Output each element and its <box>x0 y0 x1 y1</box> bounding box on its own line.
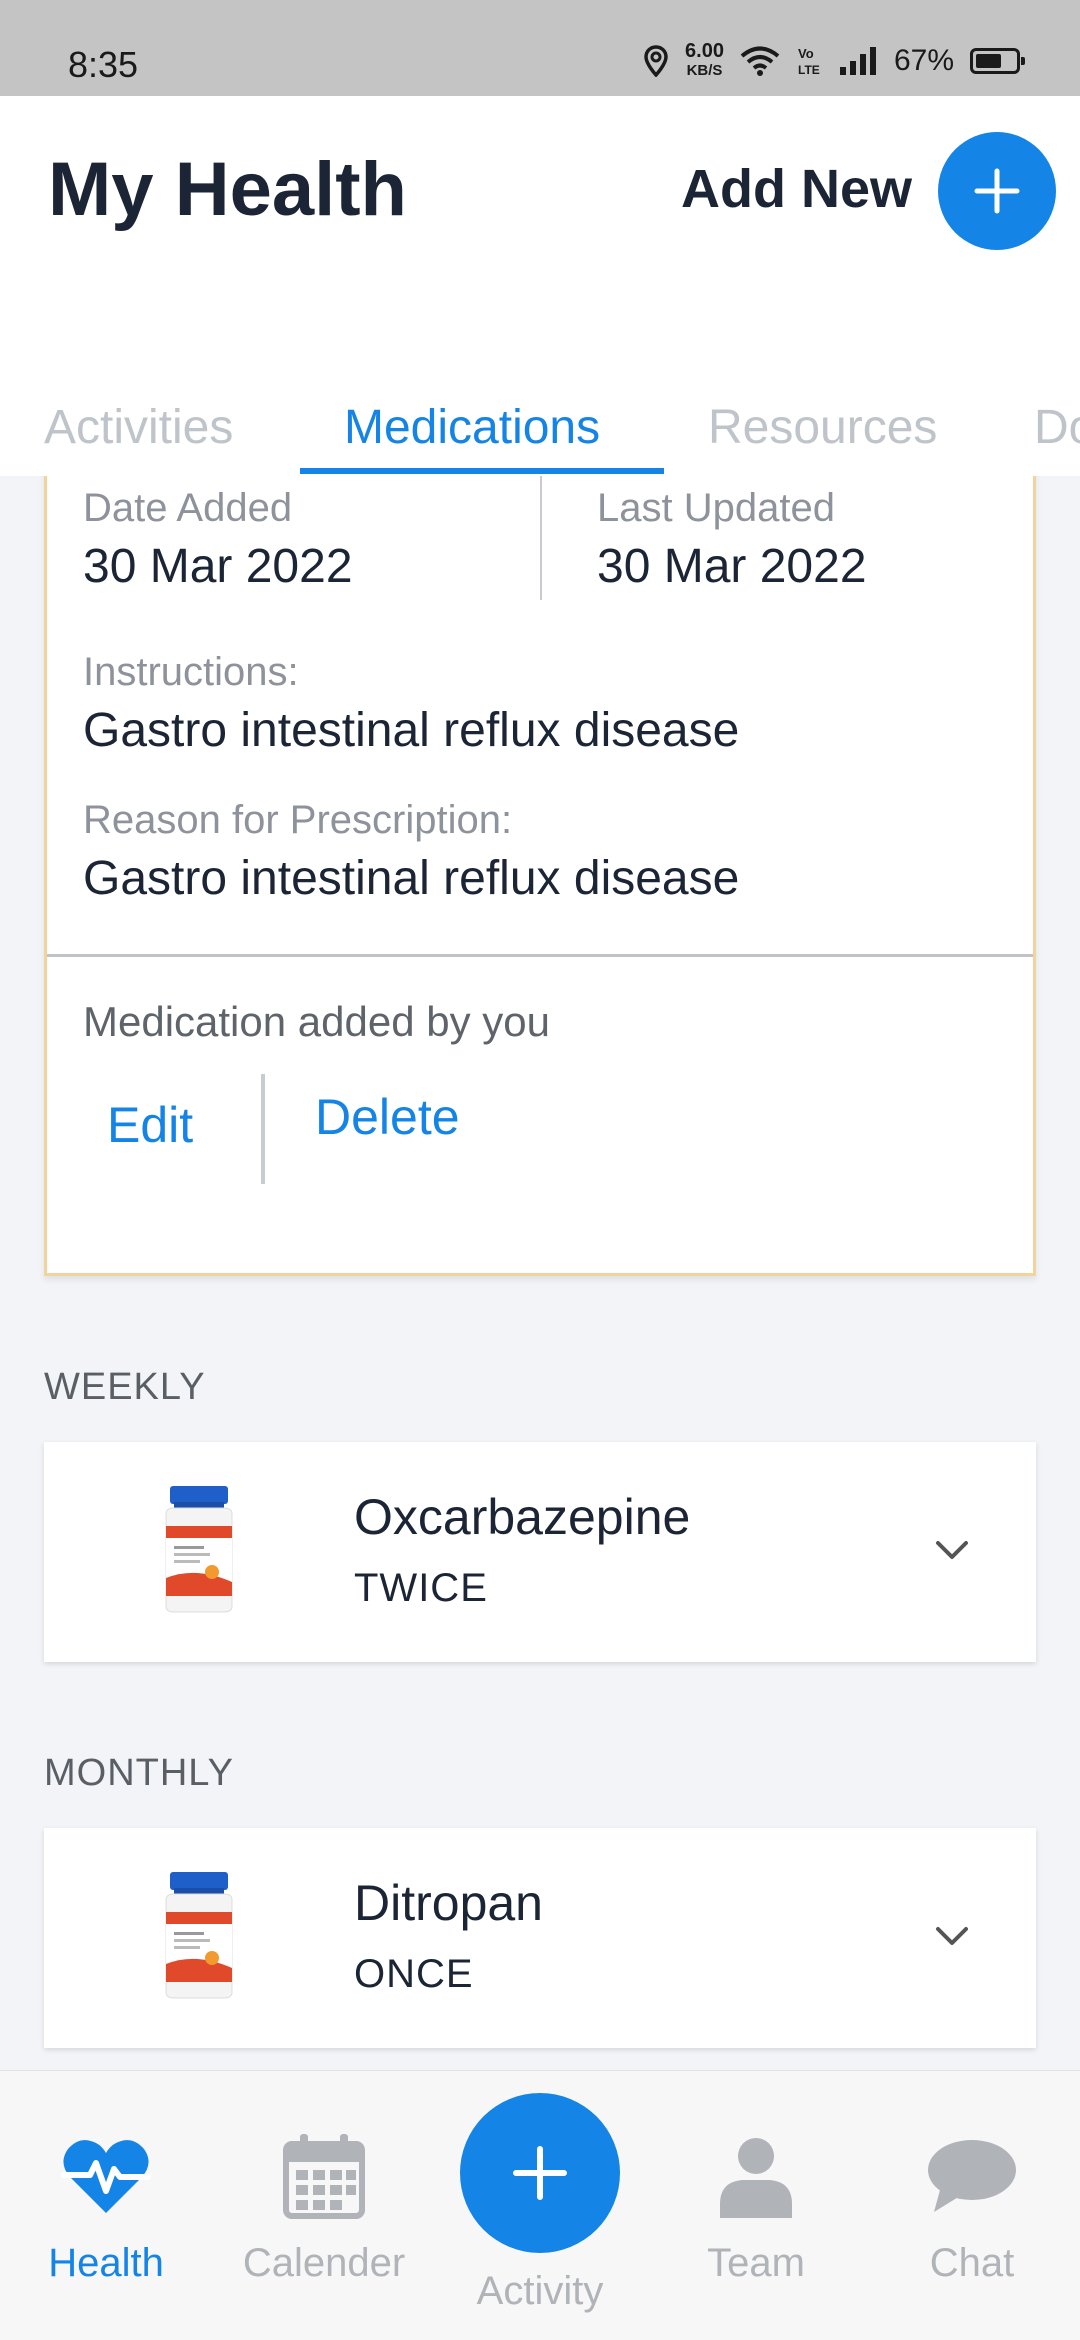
edit-button[interactable]: Edit <box>107 1096 193 1154</box>
status-icons: 6.00 KB/S Vo LTE 67% <box>643 40 1025 80</box>
nav-label: Health <box>48 2241 164 2285</box>
battery-percent: 67% <box>893 44 954 77</box>
network-speed-value: 6.00 <box>685 40 724 62</box>
volte-icon: Vo LTE <box>798 46 820 77</box>
header: My Health Add New Activities Medications… <box>0 96 1080 476</box>
add-new-label[interactable]: Add New <box>681 158 912 220</box>
plus-icon <box>513 2146 567 2200</box>
location-icon <box>644 45 668 77</box>
network-speed: 6.00 KB/S <box>685 40 724 80</box>
bottom-nav: Health Calender Activity Team Chat <box>0 2070 1080 2340</box>
tab-documents[interactable]: Do <box>1034 366 1080 476</box>
nav-calender[interactable]: Calender <box>224 2131 424 2286</box>
medication-list[interactable]: Date Added 30 Mar 2022 Last Updated 30 M… <box>0 476 1080 2070</box>
instructions: Instructions: Gastro intestinal reflux d… <box>83 650 739 758</box>
status-bar: 8:35 6.00 KB/S Vo LTE 67% <box>0 0 1080 96</box>
active-tab-indicator <box>300 468 664 474</box>
last-updated-value: 30 Mar 2022 <box>597 540 867 593</box>
instructions-label: Instructions: <box>83 650 299 694</box>
tab-activities[interactable]: Activities <box>44 366 233 476</box>
add-new-button[interactable] <box>938 132 1056 250</box>
delete-button[interactable]: Delete <box>315 1088 460 1146</box>
activity-button[interactable] <box>460 2093 620 2253</box>
date-added: Date Added 30 Mar 2022 <box>83 486 353 594</box>
pill-bottle-icon <box>165 1486 233 1613</box>
person-icon <box>706 2131 806 2221</box>
expanded-medication-card: Date Added 30 Mar 2022 Last Updated 30 M… <box>44 476 1036 1276</box>
added-by-text: Medication added by you <box>83 998 550 1045</box>
page-title: My Health <box>48 147 407 232</box>
divider <box>261 1074 265 1184</box>
medication-name: Oxcarbazepine <box>354 1489 691 1545</box>
divider <box>47 954 1033 957</box>
date-added-label: Date Added <box>83 486 293 530</box>
battery-icon <box>970 48 1025 74</box>
reason-value: Gastro intestinal reflux disease <box>83 852 740 905</box>
medication-name: Ditropan <box>354 1875 543 1931</box>
wifi-icon <box>740 46 780 76</box>
chevron-down-icon[interactable] <box>930 1528 974 1572</box>
tab-medications[interactable]: Medications <box>344 366 600 476</box>
reason-label: Reason for Prescription: <box>83 798 513 842</box>
plus-icon <box>974 168 1020 214</box>
nav-team[interactable]: Team <box>656 2131 856 2286</box>
network-speed-unit: KB/S <box>686 62 723 79</box>
battery-level <box>976 54 1002 68</box>
tab-bar: Activities Medications Resources Do <box>0 366 1080 476</box>
nav-chat[interactable]: Chat <box>872 2131 1072 2286</box>
last-updated: Last Updated 30 Mar 2022 <box>597 486 867 594</box>
medication-frequency: ONCE <box>354 1952 474 1996</box>
nav-health[interactable]: Health <box>6 2131 206 2286</box>
date-added-value: 30 Mar 2022 <box>83 540 353 593</box>
nav-label: Team <box>707 2241 805 2285</box>
nav-label: Chat <box>929 2241 1015 2285</box>
reason-for-prescription: Reason for Prescription: Gastro intestin… <box>83 798 739 906</box>
chat-bubble-icon <box>922 2131 1022 2221</box>
section-label-monthly: MONTHLY <box>44 1752 234 1794</box>
medication-frequency: TWICE <box>354 1566 488 1610</box>
tab-resources[interactable]: Resources <box>708 366 937 476</box>
section-label-weekly: WEEKLY <box>44 1366 206 1408</box>
medication-card[interactable]: Oxcarbazepine TWICE <box>44 1442 1036 1662</box>
chevron-down-icon[interactable] <box>930 1914 974 1958</box>
instructions-value: Gastro intestinal reflux disease <box>83 704 740 757</box>
medication-card[interactable]: Ditropan ONCE <box>44 1828 1036 2048</box>
status-time: 8:35 <box>68 44 139 85</box>
heart-pulse-icon <box>56 2131 156 2221</box>
svg-text:Vo: Vo <box>798 46 814 61</box>
pill-bottle-icon <box>165 1872 233 1999</box>
calendar-icon <box>274 2131 374 2221</box>
nav-label: Calender <box>242 2241 406 2285</box>
last-updated-label: Last Updated <box>597 486 835 530</box>
svg-text:LTE: LTE <box>798 63 820 77</box>
divider <box>540 476 542 600</box>
signal-icon <box>839 47 876 75</box>
nav-label: Activity <box>476 2269 604 2313</box>
